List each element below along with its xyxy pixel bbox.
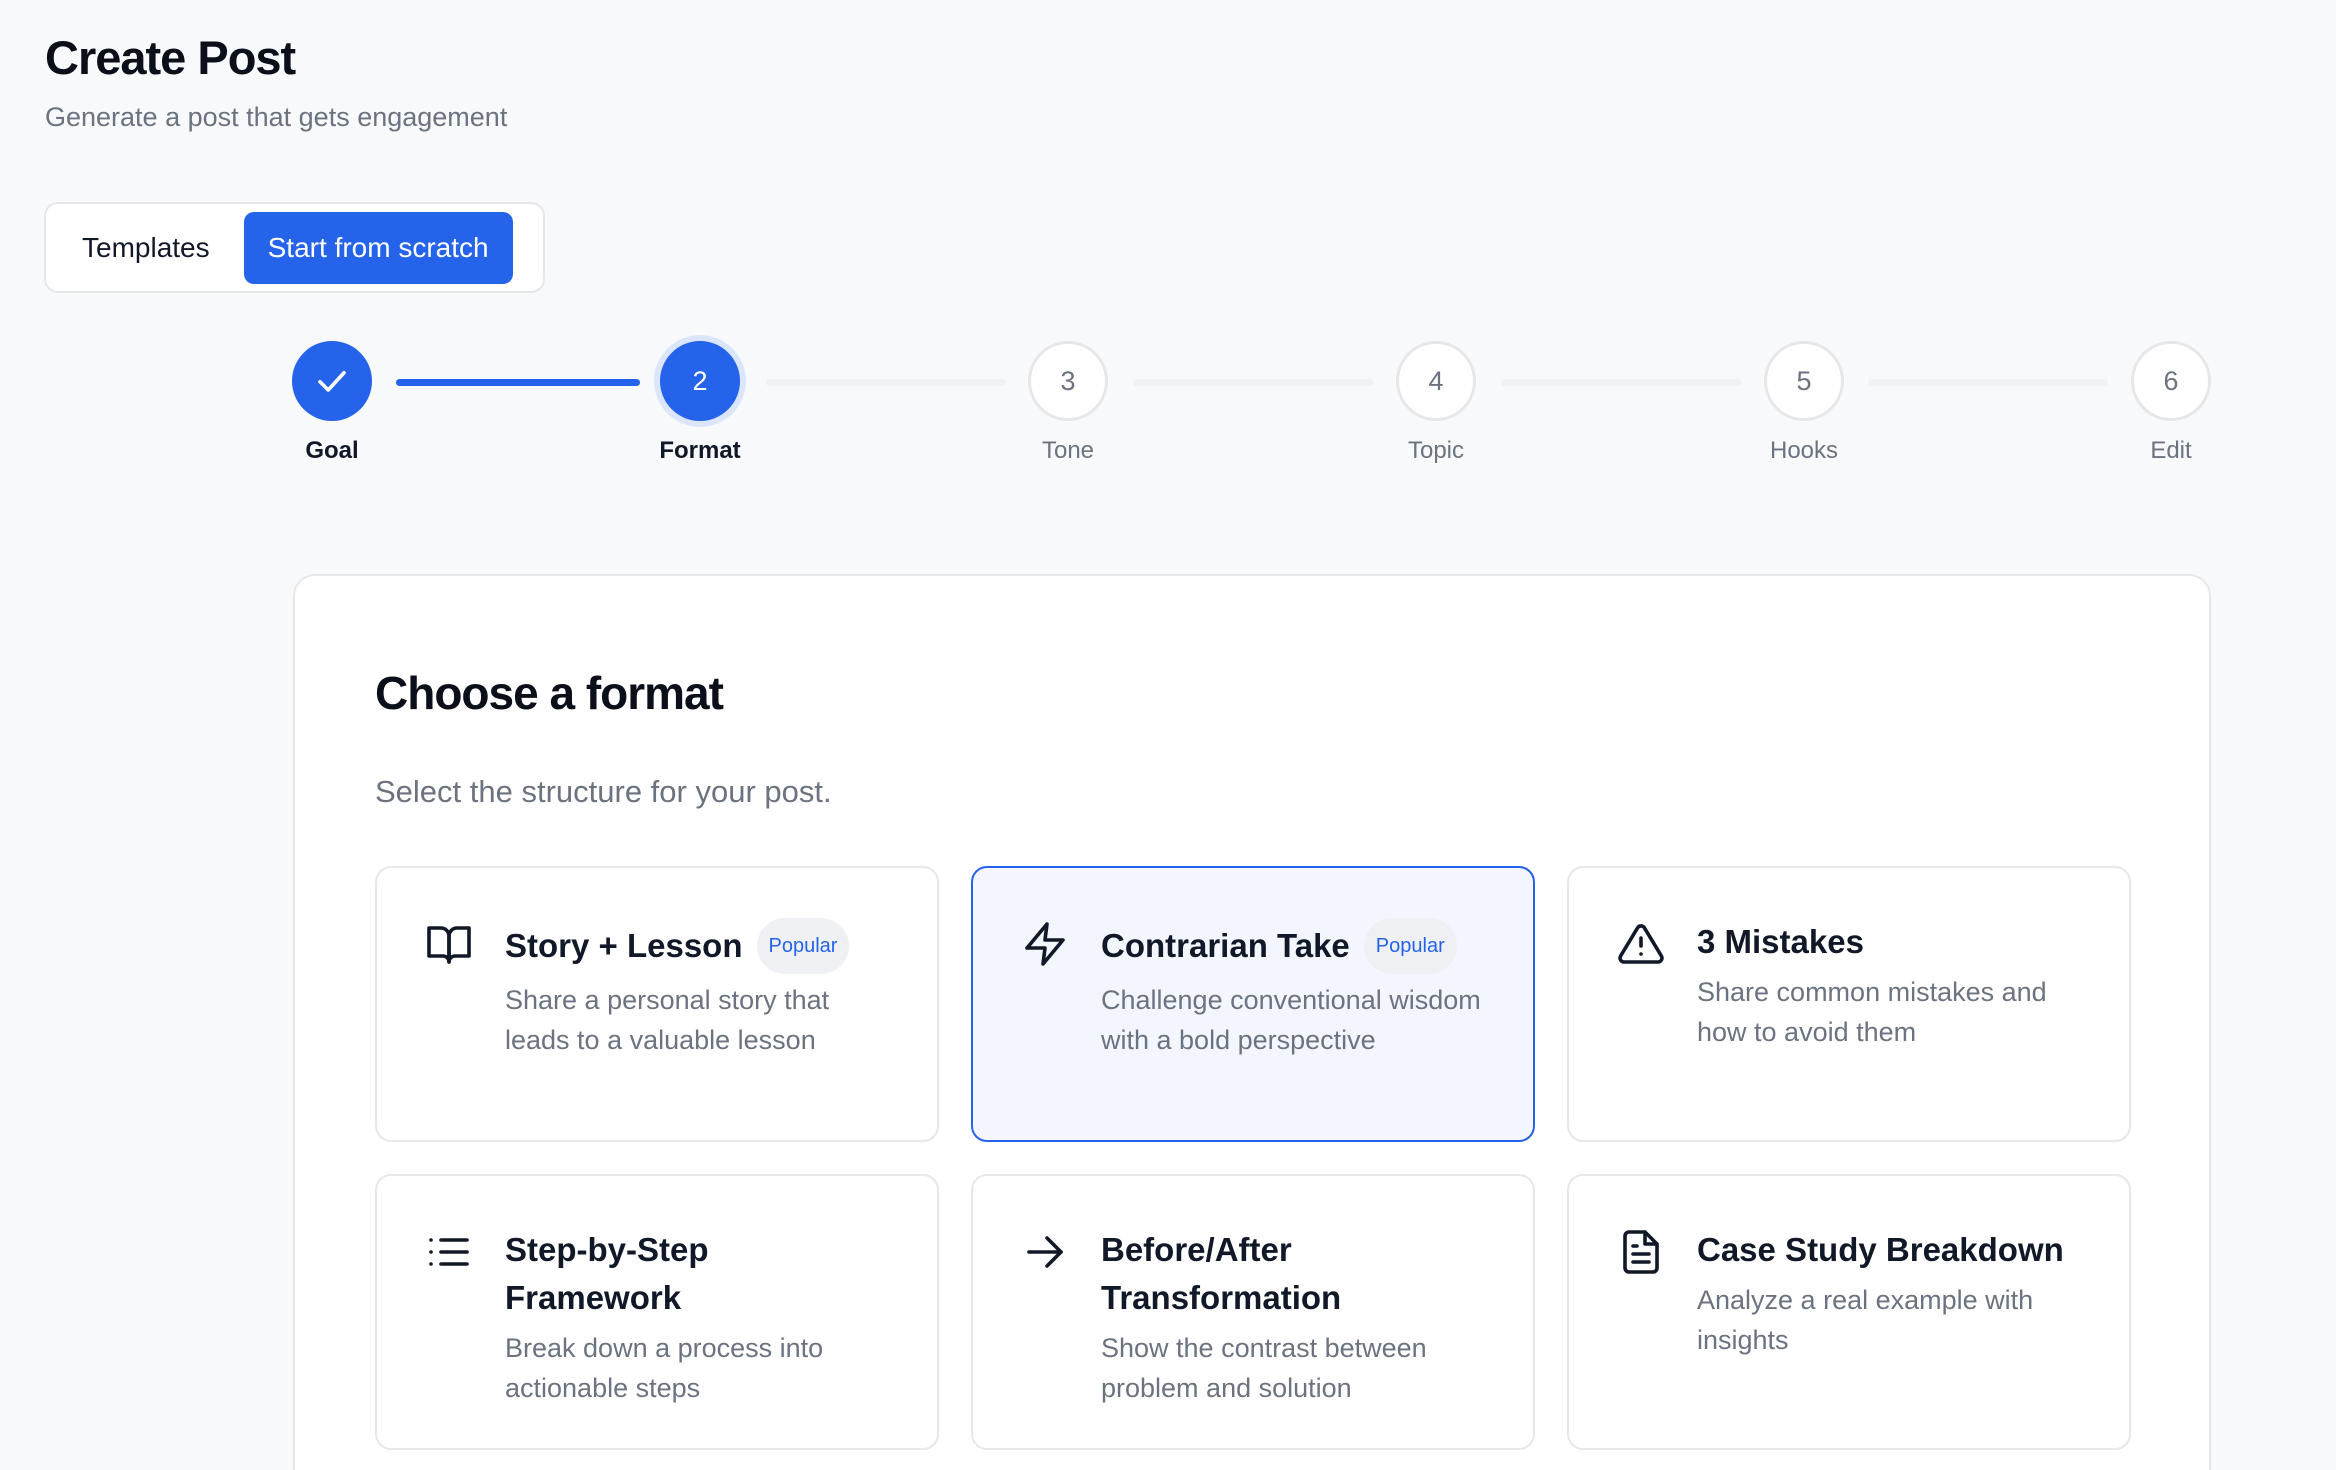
format-option-description: Share a personal story that leads to a v…: [505, 985, 830, 1055]
step-edit[interactable]: 6 Edit: [2091, 341, 2251, 465]
format-section-subtitle: Select the structure for your post.: [375, 774, 832, 809]
warning-triangle-icon: [1618, 924, 1664, 964]
step-label-goal: Goal: [305, 437, 359, 464]
book-open-icon: [427, 926, 471, 964]
format-option-name: Step-by-Step Framework: [505, 1231, 709, 1316]
format-section-title: Choose a format: [375, 667, 724, 719]
format-option-description: Challenge conventional wisdom with a bol…: [1101, 985, 1481, 1055]
step-label-tone: Tone: [1041, 437, 1095, 464]
step-connector-1: [396, 379, 640, 386]
step-topic[interactable]: 4 Topic: [1356, 341, 1516, 465]
format-option-name: 3 Mistakes: [1697, 923, 1864, 960]
step-circle-tone: 3: [1028, 341, 1108, 421]
step-circle-format: 2: [660, 341, 740, 421]
format-option-case-study[interactable]: Case Study Breakdown Analyze a real exam…: [1567, 1174, 2131, 1450]
format-card: Choose a format Select the structure for…: [293, 574, 2211, 1470]
step-circle-edit: 6: [2131, 341, 2211, 421]
format-option-story-lesson[interactable]: Story + Lesson Popular Share a personal …: [375, 866, 939, 1142]
step-label-edit: Edit: [2150, 437, 2192, 464]
format-option-before-after[interactable]: Before/After Transformation Show the con…: [971, 1174, 1535, 1450]
popular-badge: Popular: [1363, 918, 1457, 974]
step-label-hooks: Hooks: [1769, 437, 1839, 464]
step-connector-4: [1501, 379, 1741, 386]
step-tone[interactable]: 3 Tone: [988, 341, 1148, 465]
step-label-topic: Topic: [1407, 437, 1465, 464]
progress-stepper: Goal 2 Format 3 Tone 4 Topic 5 Hooks 6 E…: [0, 0, 2336, 480]
format-option-name: Case Study Breakdown: [1697, 1231, 2064, 1268]
step-format[interactable]: 2 Format: [620, 341, 780, 465]
checkmark-icon: [318, 370, 346, 392]
format-option-name: Story + Lesson: [505, 927, 743, 964]
format-option-contrarian-take[interactable]: Contrarian Take Popular Challenge conven…: [971, 866, 1535, 1142]
step-circle-topic: 4: [1396, 341, 1476, 421]
format-option-description: Break down a process into actionable ste…: [505, 1333, 824, 1403]
arrow-right-icon: [1027, 1236, 1063, 1268]
step-circle-goal: [292, 341, 372, 421]
popular-badge: Popular: [756, 918, 850, 974]
step-connector-2: [766, 379, 1006, 386]
format-option-description: Analyze a real example with insights: [1697, 1285, 2034, 1355]
format-option-name: Contrarian Take: [1101, 927, 1350, 964]
format-option-step-by-step[interactable]: Step-by-Step Framework Break down a proc…: [375, 1174, 939, 1450]
format-option-description: Share common mistakes and how to avoid t…: [1697, 977, 2047, 1047]
document-icon: [1623, 1230, 1659, 1274]
format-option-3-mistakes[interactable]: 3 Mistakes Share common mistakes and how…: [1567, 866, 2131, 1142]
step-label-format: Format: [659, 437, 741, 464]
create-post-page: Create Post Generate a post that gets en…: [0, 0, 2336, 1470]
step-circle-hooks: 5: [1764, 341, 1844, 421]
format-option-description: Show the contrast between problem and so…: [1101, 1333, 1427, 1403]
step-connector-3: [1133, 379, 1373, 386]
lightning-icon: [1025, 922, 1065, 966]
step-goal[interactable]: Goal: [252, 341, 412, 465]
format-option-name: Before/After Transformation: [1101, 1231, 1342, 1316]
step-connector-5: [1868, 379, 2108, 386]
list-icon: [429, 1238, 469, 1266]
step-hooks[interactable]: 5 Hooks: [1724, 341, 1884, 465]
